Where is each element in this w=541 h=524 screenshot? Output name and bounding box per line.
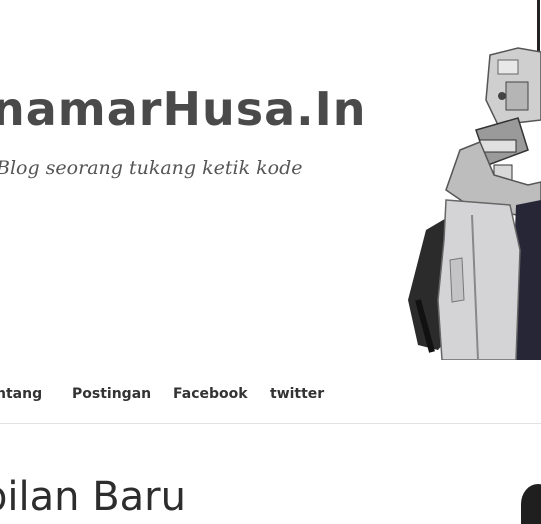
nav-item-facebook[interactable]: Facebook (173, 386, 248, 402)
nav-item-tentang[interactable]: ntang (0, 386, 42, 402)
site-description: Blog seorang tukang ketik kode (0, 157, 303, 179)
nav-item-postingan[interactable]: Postingan (72, 386, 151, 402)
header-robot-image (398, 0, 541, 360)
avatar (521, 484, 541, 524)
site-title[interactable]: namarHusa.In (0, 82, 366, 136)
main-navigation: ntang Postingan Facebook twitter (0, 360, 541, 424)
nav-item-twitter[interactable]: twitter (270, 386, 324, 402)
post-title[interactable]: pilan Baru (0, 474, 186, 520)
